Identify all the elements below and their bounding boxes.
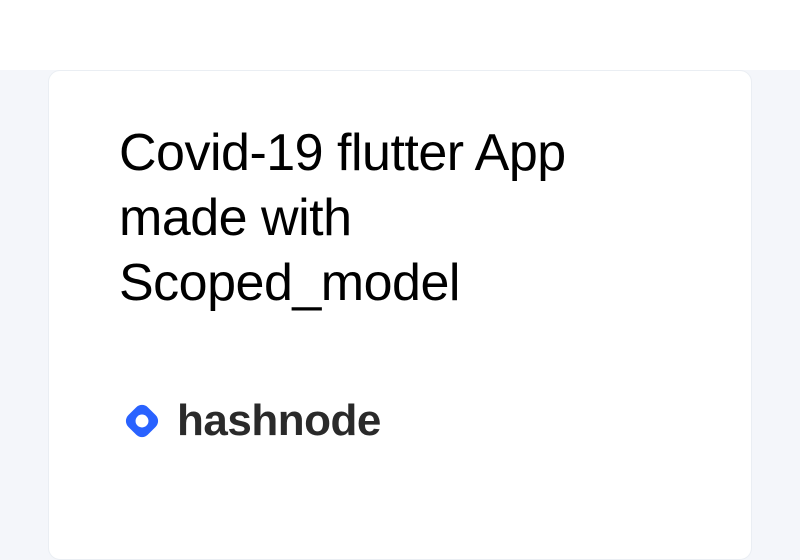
- article-title: Covid-19 flutter App made with Scoped_mo…: [119, 121, 681, 316]
- article-card: Covid-19 flutter App made with Scoped_mo…: [48, 70, 752, 560]
- hashnode-icon: [119, 398, 165, 444]
- brand-name: hashnode: [177, 396, 381, 446]
- brand-row: hashnode: [119, 396, 681, 446]
- page-background: Covid-19 flutter App made with Scoped_mo…: [0, 0, 800, 560]
- top-spacer: [0, 0, 800, 70]
